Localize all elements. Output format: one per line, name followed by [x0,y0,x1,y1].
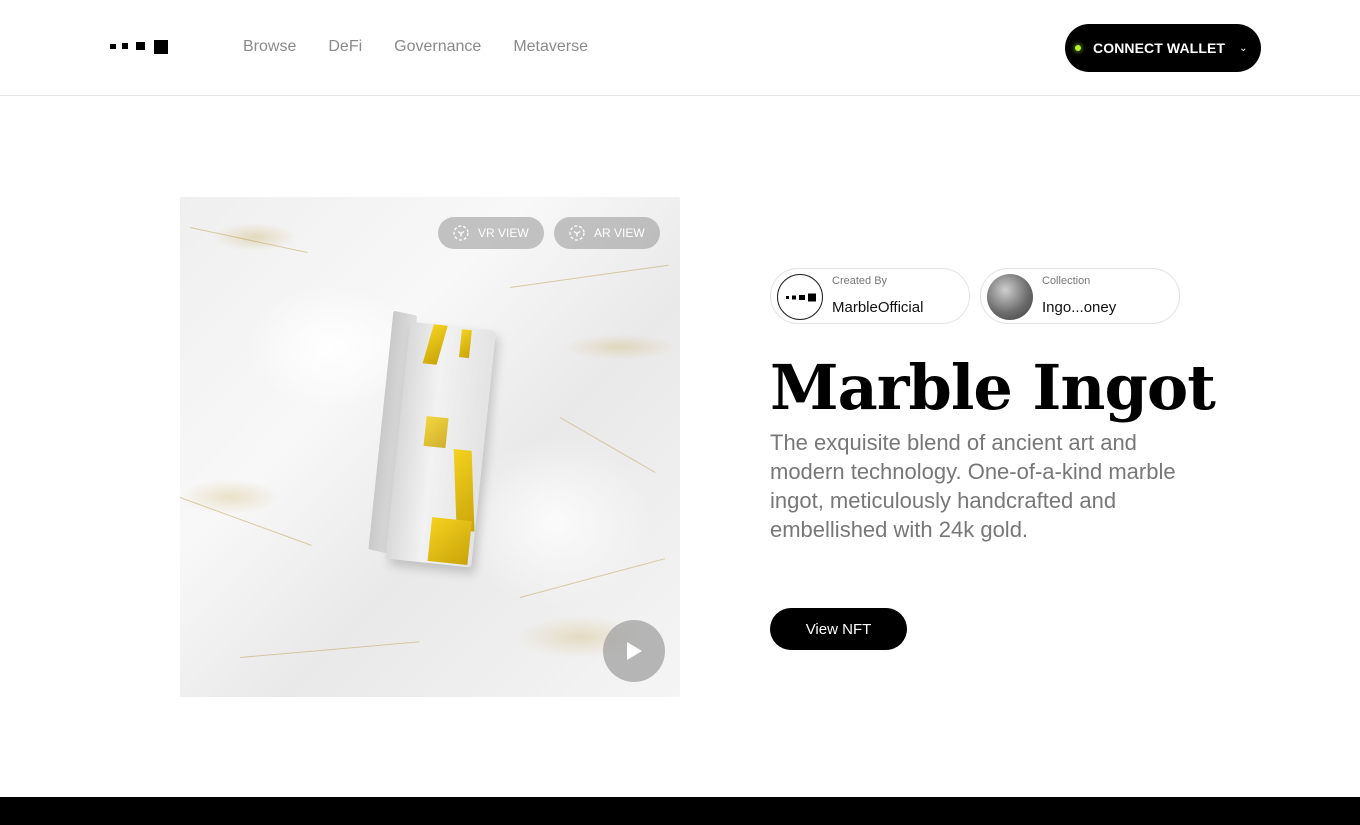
collection-avatar [987,274,1033,320]
creator-chip[interactable]: Created By MarbleOfficial [770,268,970,324]
creator-caption: Created By [832,275,888,287]
chevron-down-icon: ⌄ [1239,42,1248,54]
nav-metaverse[interactable]: Metaverse [513,37,588,57]
ar-view-label: AR VIEW [594,226,645,240]
connect-wallet-label: CONNECT WALLET [1093,40,1226,56]
logo-icon[interactable] [110,40,170,54]
cube-scan-icon [453,225,469,241]
nav-defi[interactable]: DeFi [328,37,362,57]
play-icon [627,642,642,660]
connect-wallet-button[interactable]: CONNECT WALLET ⌄ [1065,24,1261,72]
main-nav: Browse DeFi Governance Metaverse [243,37,588,57]
nft-media-viewer: VR VIEW AR VIEW [180,197,680,697]
nft-title: Marble Ingot [770,351,1216,424]
nav-governance[interactable]: Governance [394,37,481,57]
vr-view-label: VR VIEW [478,226,529,240]
nft-description: The exquisite blend of ancient art and m… [770,430,1176,542]
collection-name: Ingo...oney [1042,299,1117,316]
collection-chip[interactable]: Collection Ingo...oney [980,268,1180,324]
cube-scan-icon [569,225,585,241]
status-dot-icon [1075,45,1081,51]
ar-view-button[interactable]: AR VIEW [554,217,660,249]
vr-view-button[interactable]: VR VIEW [438,217,544,249]
nav-browse[interactable]: Browse [243,37,296,57]
top-header: Browse DeFi Governance Metaverse CONNECT… [0,0,1360,96]
marble-ingot-image [367,310,503,572]
collection-caption: Collection [1042,275,1091,287]
play-button[interactable] [603,620,665,682]
view-nft-button[interactable]: View NFT [770,608,907,650]
creator-name: MarbleOfficial [832,299,924,316]
creator-avatar [777,274,823,320]
footer-bar [0,797,1360,825]
